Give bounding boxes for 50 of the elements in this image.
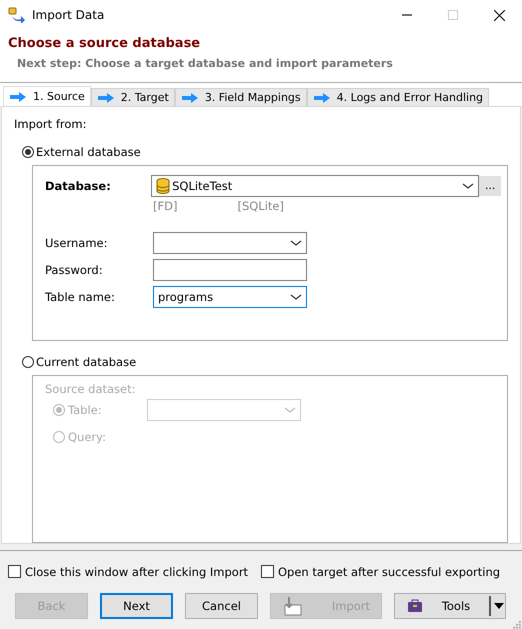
checkbox[interactable] [261,565,274,578]
field-label: Table name: [44,290,116,304]
page-subtitle: Next step: Choose a target database and import parameters [17,57,394,70]
tab[interactable]: 1. Source [3,86,91,106]
field-label: Username: [44,236,108,250]
app-icon [8,7,26,24]
window-title: Import Data [32,8,106,22]
field-label: Password: [44,262,104,277]
radio-label: Query: [68,430,106,444]
field-label: Source dataset: [44,382,137,396]
dropdown[interactable]: programs [153,286,307,308]
arrow-right-icon [98,92,114,103]
radio-label: Table: [68,402,102,417]
field-label: Database: [44,178,112,193]
database-dropdown[interactable]: SQLiteTest [151,174,480,197]
tab[interactable]: 3. Field Mappings [174,88,307,106]
database-icon [156,178,170,194]
page-heading: Choose a source database [8,36,202,52]
tools-button[interactable]: Tools [394,593,506,620]
dropdown-arrow-icon [493,602,505,610]
radio-label[interactable]: External database [36,145,141,160]
radio-button[interactable] [22,146,34,158]
tag-label: [SQLite] [237,199,284,216]
checkbox[interactable] [8,565,21,578]
browse-button[interactable]: ... [479,176,501,196]
radio-label[interactable]: Current database [36,355,136,370]
arrow-right-icon [10,92,26,102]
size-grip-icon [513,621,521,629]
checkbox-label[interactable]: Close this window after clicking Import [25,564,248,579]
chevron-down-icon [290,238,302,247]
chevron-down-icon [290,292,302,301]
toolbox-icon [407,599,423,614]
button[interactable]: Next [100,593,173,620]
tab[interactable]: 2. Target [90,88,175,106]
maximize-icon [448,10,458,20]
arrow-right-icon [314,92,330,103]
close-icon [494,10,504,21]
radio-button[interactable] [22,356,34,368]
checkbox-label[interactable]: Open target after successful exporting [278,564,500,579]
chevron-down-icon [462,182,474,190]
button[interactable]: Cancel [185,593,258,620]
import-icon [282,596,302,616]
section-label: Import from: [14,117,88,132]
arrow-right-icon [182,92,198,103]
input-field[interactable] [153,258,307,281]
tab[interactable]: 4. Logs and Error Handling [306,88,490,106]
tag-label: [FD] [153,199,178,216]
dropdown-value: SQLiteTest [172,178,234,193]
chevron-down-icon [284,406,296,414]
dropdown[interactable] [153,232,307,254]
